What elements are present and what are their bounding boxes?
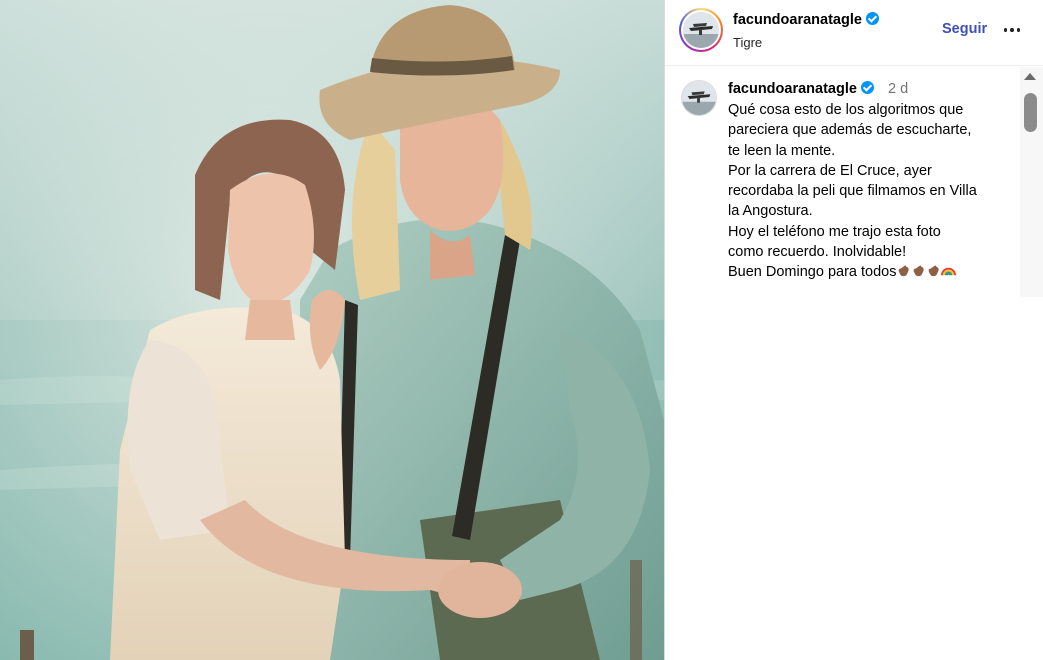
rainbow-icon bbox=[941, 268, 957, 276]
caption-line: te leen la mente. bbox=[728, 142, 836, 159]
verified-badge-icon bbox=[860, 81, 874, 94]
caption-username[interactable]: facundoaranatagle bbox=[728, 81, 874, 97]
avatar bbox=[683, 12, 719, 48]
caption-line: recordaba la peli que filmamos en Villa bbox=[728, 183, 977, 200]
caption-line: como recuerdo. Inolvidable! bbox=[728, 244, 907, 261]
scroll-up-arrow-icon[interactable] bbox=[1024, 73, 1036, 80]
username-text[interactable]: facundoaranatagle bbox=[733, 12, 862, 28]
caption-line: la Angostura. bbox=[728, 203, 813, 220]
story-avatar[interactable] bbox=[679, 8, 723, 52]
caption-username-text[interactable]: facundoaranatagle bbox=[728, 81, 857, 97]
hand-icon bbox=[914, 265, 925, 277]
comments-panel: facundoaranatagle 2 d Qué cosa esto de l… bbox=[665, 67, 1043, 660]
caption-timestamp[interactable]: 2 d bbox=[888, 81, 908, 97]
more-options-icon[interactable] bbox=[1000, 20, 1024, 40]
follow-button[interactable]: Seguir bbox=[942, 21, 987, 37]
post-author-username[interactable]: facundoaranatagle bbox=[733, 12, 879, 28]
post-header: facundoaranatagle Tigre Seguir bbox=[665, 0, 1043, 66]
post-photo[interactable] bbox=[0, 0, 664, 660]
verified-badge-icon bbox=[865, 12, 879, 25]
post-location[interactable]: Tigre bbox=[733, 35, 762, 50]
photo-icon bbox=[0, 0, 664, 660]
caption-avatar[interactable] bbox=[681, 80, 717, 116]
caption-line: pareciera que además de escucharte, bbox=[728, 122, 972, 139]
caption-line: Por la carrera de El Cruce, ayer bbox=[728, 162, 932, 179]
caption-line: Hoy el teléfono me trajo esta foto bbox=[728, 223, 941, 240]
hand-icon bbox=[899, 265, 910, 277]
caption-text: Qué cosa esto de los algoritmos que pare… bbox=[728, 100, 1018, 283]
caption-line: Qué cosa esto de los algoritmos que bbox=[728, 102, 964, 118]
hand-icon bbox=[929, 265, 940, 277]
scrollbar-thumb[interactable] bbox=[1024, 93, 1037, 132]
caption-line: Buen Domingo para todos bbox=[728, 264, 897, 281]
